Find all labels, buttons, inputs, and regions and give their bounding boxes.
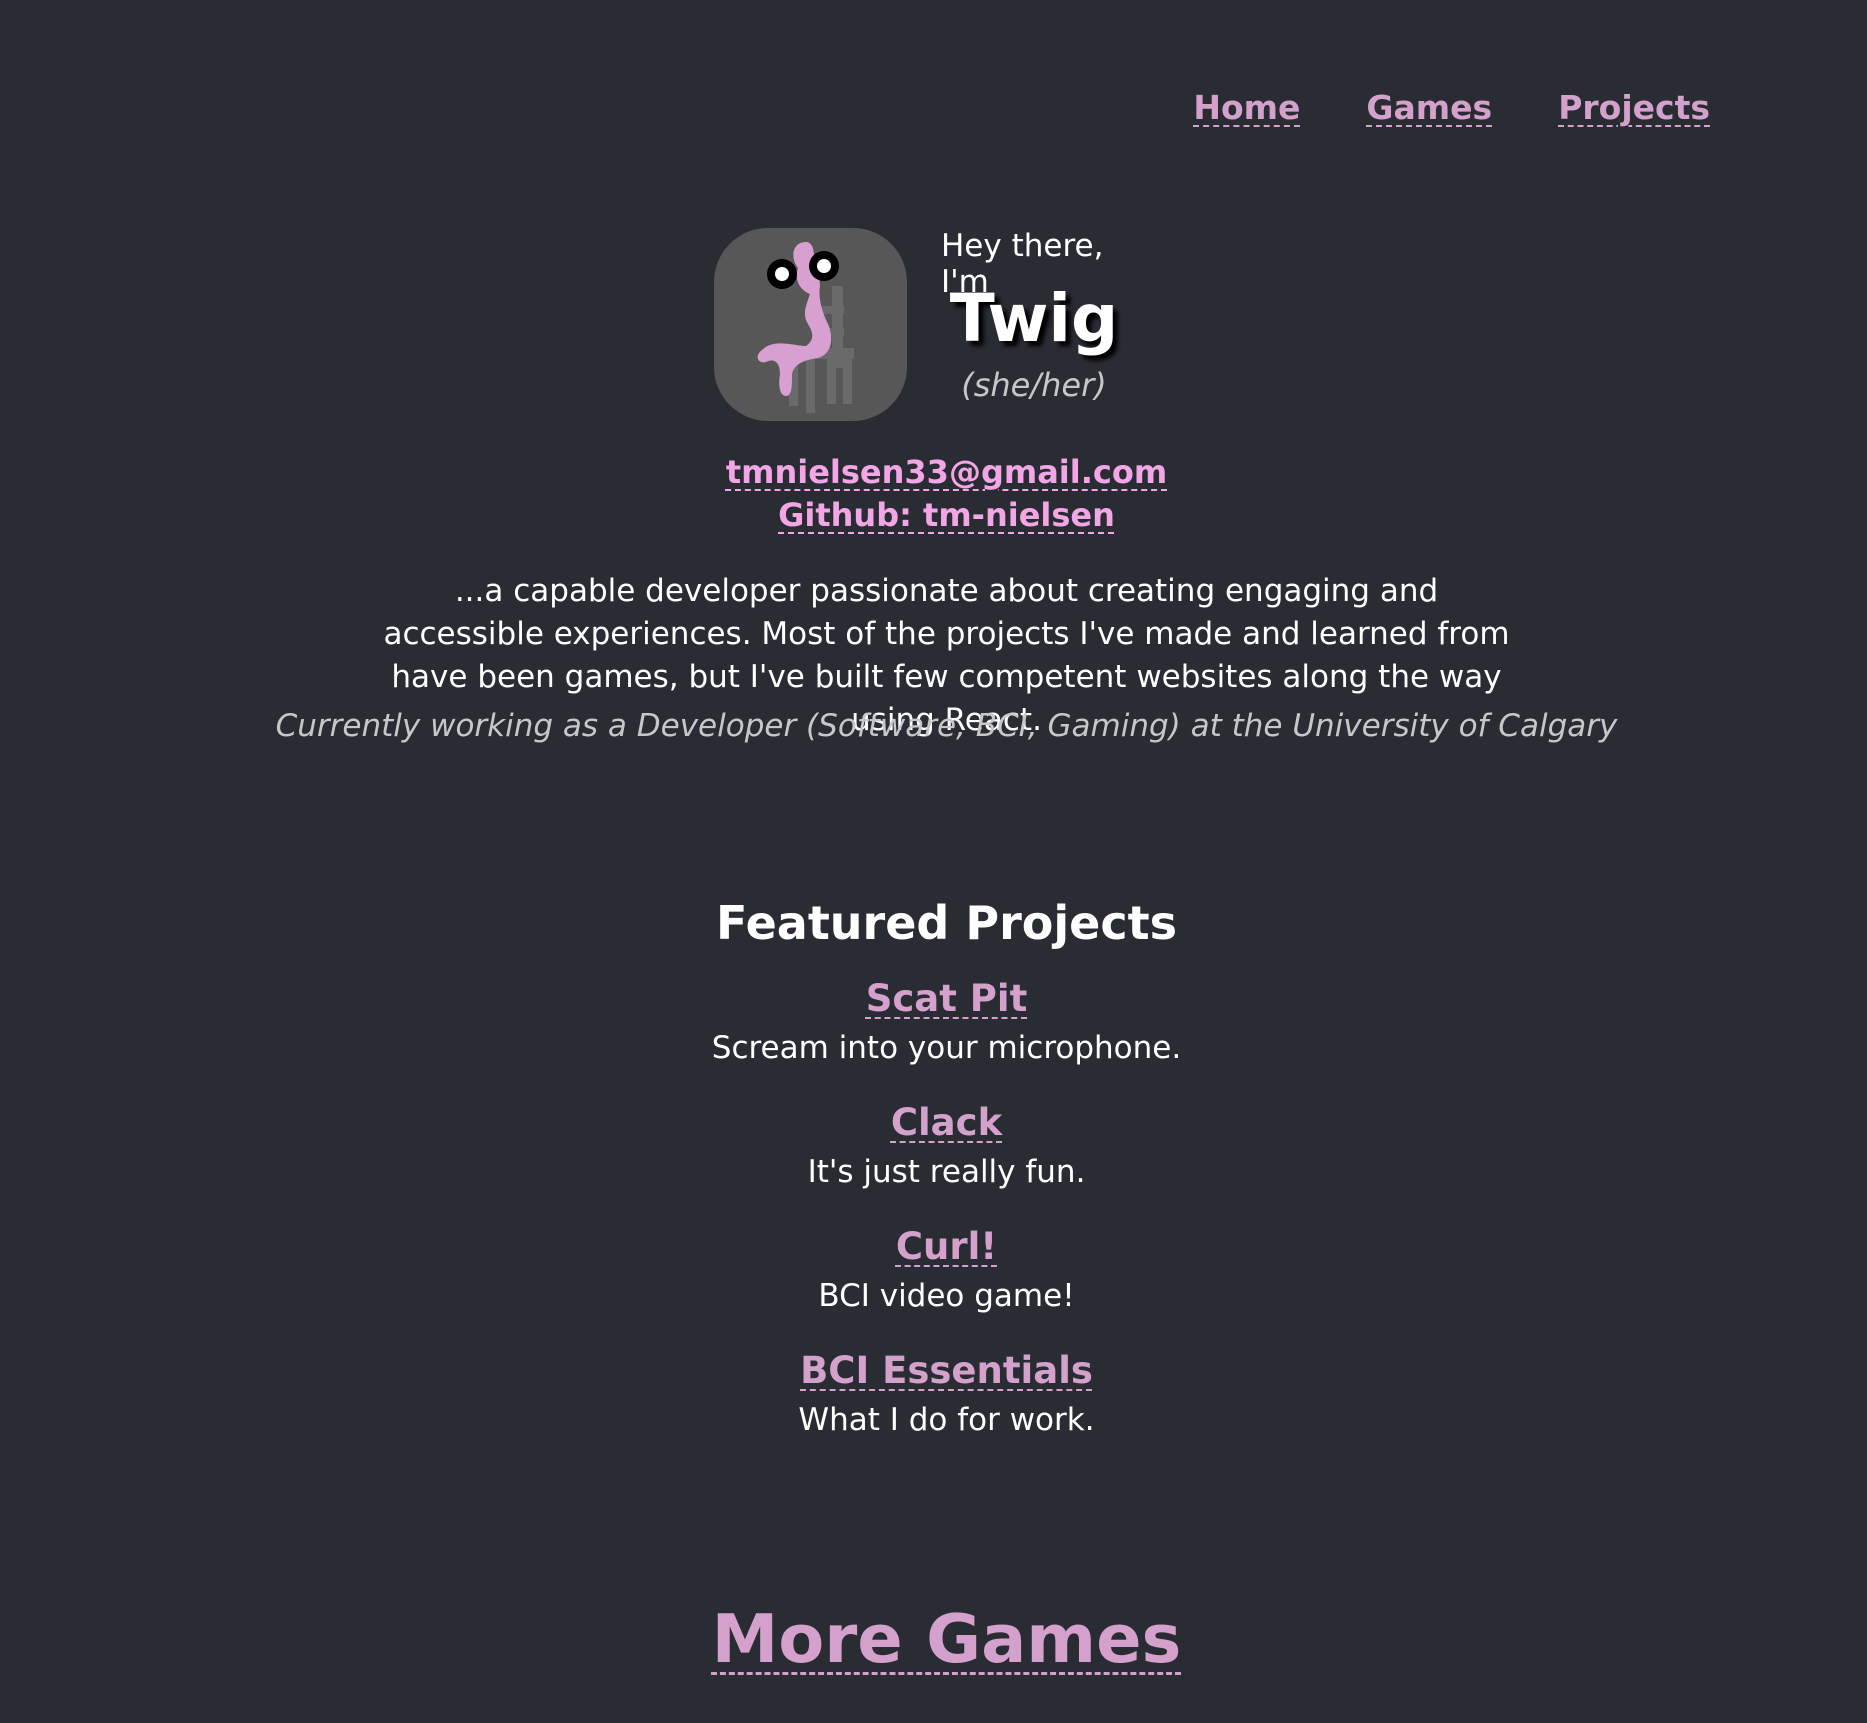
pink-figure-on-chair-avatar-icon — [757, 242, 854, 413]
github-link[interactable]: Github: tm-nielsen — [778, 494, 1115, 537]
current-position-text: Currently working as a Developer (Softwa… — [275, 708, 1618, 744]
project-description: It's just really fun. — [807, 1154, 1086, 1190]
project-link-clack[interactable]: Clack — [891, 1098, 1002, 1148]
project-item: Clack It's just really fun. — [0, 1098, 1867, 1192]
nav-link-home[interactable]: Home — [1193, 88, 1300, 127]
avatar — [714, 228, 907, 421]
project-link-scat-pit[interactable]: Scat Pit — [866, 974, 1028, 1024]
more-games-section: More Games — [0, 1594, 1867, 1684]
project-description: BCI video game! — [818, 1278, 1075, 1314]
project-link-bci-essentials[interactable]: BCI Essentials — [800, 1346, 1093, 1396]
hero-section: Hey there, I'm Twig (she/her) — [714, 228, 1174, 423]
nav-link-games[interactable]: Games — [1366, 88, 1492, 127]
contact-links: tmnielsen33@gmail.com Github: tm-nielsen — [0, 451, 1867, 537]
project-item: Scat Pit Scream into your microphone. — [0, 974, 1867, 1068]
more-games-link[interactable]: More Games — [712, 1600, 1182, 1678]
project-link-curl[interactable]: Curl! — [896, 1222, 997, 1272]
project-item: Curl! BCI video game! — [0, 1222, 1867, 1316]
project-item: BCI Essentials What I do for work. — [0, 1346, 1867, 1440]
project-description: What I do for work. — [798, 1402, 1095, 1438]
project-description: Scream into your microphone. — [711, 1030, 1182, 1066]
pronouns-text: (she/her) — [961, 366, 1107, 404]
top-nav: Home Games Projects — [1193, 88, 1710, 127]
name-heading: Twig — [949, 280, 1119, 357]
featured-projects-section: Featured Projects Scat Pit Scream into y… — [0, 892, 1867, 1470]
featured-projects-heading: Featured Projects — [716, 896, 1177, 950]
email-link[interactable]: tmnielsen33@gmail.com — [726, 451, 1167, 494]
nav-link-projects[interactable]: Projects — [1558, 88, 1710, 127]
